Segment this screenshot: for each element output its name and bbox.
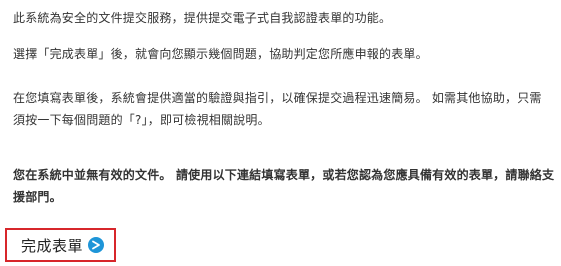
arrow-right-circle-icon[interactable] — [88, 237, 105, 253]
complete-form-link[interactable]: 完成表單 — [5, 228, 116, 262]
no-valid-document-notice: 您在系統中並無有效的文件。 請使用以下連結填寫表單，或若您認為您應具備有效的表單… — [13, 168, 555, 204]
complete-form-label[interactable]: 完成表單 — [21, 235, 83, 256]
help-paragraph: 在您填寫表單後，系統會提供適當的驗證與指引，以確保提交過程迅速簡易。 如需其他協… — [13, 91, 542, 127]
instruction-paragraph: 選擇「完成表單」後，就會向您顯示幾個問題，協助判定您所應申報的表單。 — [13, 47, 428, 61]
intro-paragraph: 此系統為安全的文件提交服務，提供提交電子式自我認證表單的功能。 — [13, 11, 392, 25]
